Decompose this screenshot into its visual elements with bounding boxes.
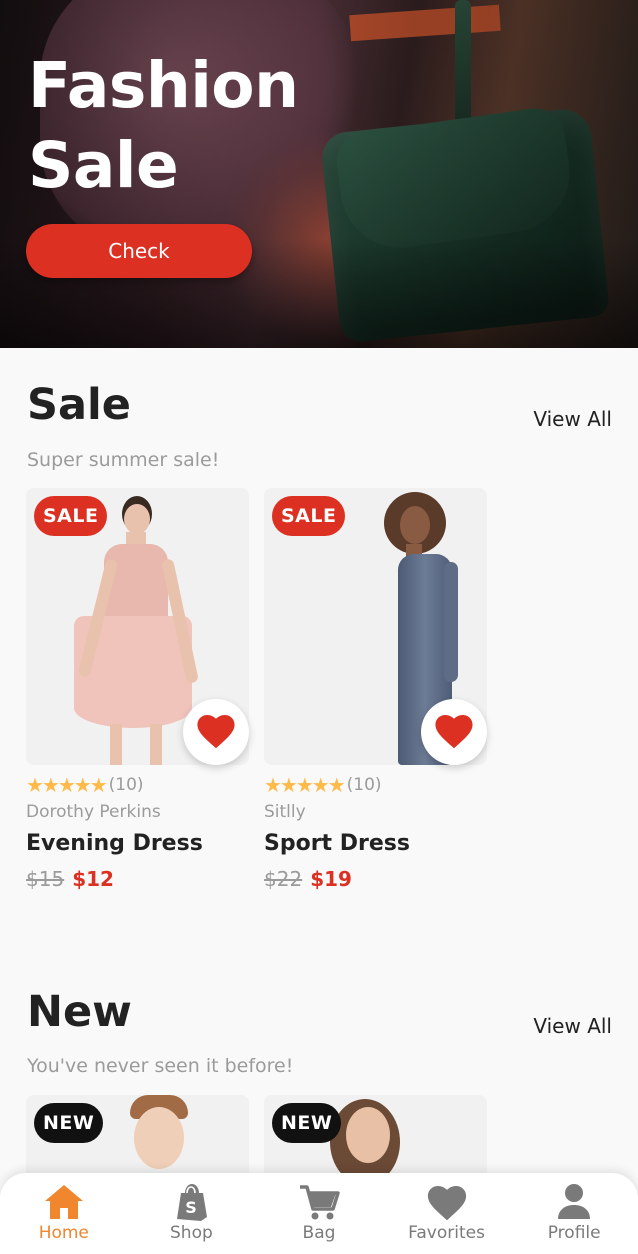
svg-text:S: S [186, 1198, 198, 1217]
cart-icon [299, 1185, 340, 1220]
heart-icon [197, 715, 235, 749]
old-price: $22 [264, 867, 303, 891]
nav-profile[interactable]: Profile [510, 1173, 638, 1254]
sale-section-subtitle: Super summer sale! [27, 449, 220, 471]
new-section-title: New [27, 987, 132, 1037]
new-view-all-link[interactable]: View All [533, 1014, 612, 1038]
product-name: Sport Dress [264, 831, 410, 856]
old-price: $15 [26, 867, 65, 891]
bottom-navigation: Home S Shop Bag Favorites Profile [0, 1173, 638, 1254]
person-icon [558, 1184, 591, 1219]
product-brand: Sitlly [264, 802, 306, 822]
product-image[interactable]: NEW [264, 1095, 487, 1185]
sale-badge: SALE [34, 496, 108, 536]
hero-banner: Fashion Sale Check [0, 0, 638, 348]
sale-section-title: Sale [27, 380, 131, 430]
product-card[interactable]: SALE ★★★★★ (10) Dorothy Perkins Evening … [26, 488, 249, 891]
sale-price: $19 [310, 867, 352, 891]
hero-title: Fashion Sale [28, 49, 299, 202]
product-card[interactable]: NEW [26, 1095, 249, 1185]
product-rating: ★★★★★ (10) [264, 773, 382, 797]
star-rating-icon: ★★★★★ [26, 773, 108, 797]
nav-favorites[interactable]: Favorites [383, 1173, 511, 1254]
nav-bag[interactable]: Bag [255, 1173, 383, 1254]
nav-shop[interactable]: S Shop [128, 1173, 256, 1254]
new-badge: NEW [34, 1103, 104, 1143]
shop-bag-icon: S [177, 1184, 208, 1221]
new-badge: NEW [272, 1103, 342, 1143]
product-card[interactable]: NEW [264, 1095, 487, 1185]
heart-icon [427, 1186, 466, 1221]
product-image[interactable]: NEW [26, 1095, 249, 1185]
new-section-subtitle: You've never seen it before! [27, 1055, 294, 1077]
star-rating-icon: ★★★★★ [264, 773, 346, 797]
home-icon [44, 1185, 83, 1219]
favorite-button[interactable] [183, 699, 249, 765]
product-card[interactable]: SALE ★★★★★ (10) Sitlly Sport Dress $22 $1… [264, 488, 487, 891]
sale-view-all-link[interactable]: View All [533, 407, 612, 431]
nav-home[interactable]: Home [0, 1173, 128, 1254]
product-price: $15 $12 [26, 867, 114, 891]
product-price: $22 $19 [264, 867, 352, 891]
product-rating: ★★★★★ (10) [26, 773, 144, 797]
heart-icon [435, 715, 473, 749]
check-button[interactable]: Check [26, 224, 252, 278]
sale-badge: SALE [272, 496, 346, 536]
product-name: Evening Dress [26, 831, 203, 856]
sale-price: $12 [72, 867, 114, 891]
favorite-button[interactable] [421, 699, 487, 765]
product-brand: Dorothy Perkins [26, 802, 161, 822]
